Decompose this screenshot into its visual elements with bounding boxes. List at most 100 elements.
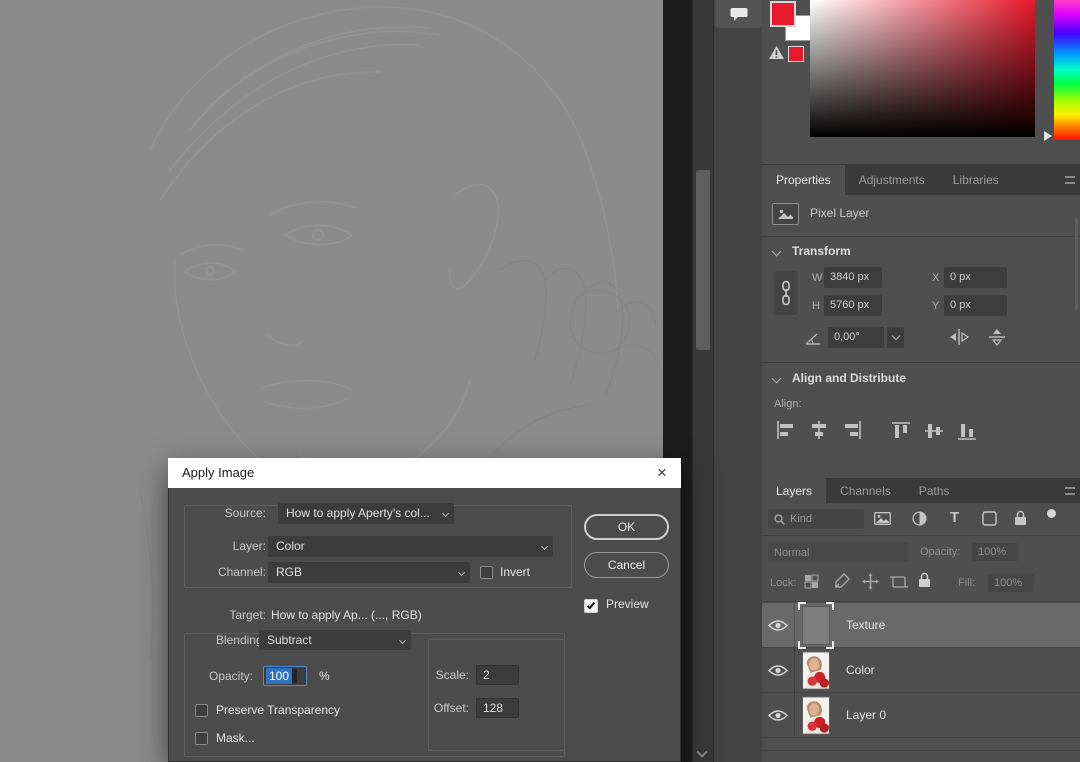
align-right-icon[interactable] bbox=[842, 421, 862, 439]
comments-panel-button[interactable] bbox=[715, 0, 762, 28]
align-collapse-icon[interactable] bbox=[772, 374, 782, 384]
flip-horizontal-icon[interactable] bbox=[948, 329, 970, 345]
dialog-titlebar[interactable]: Apply Image × bbox=[168, 458, 681, 488]
filter-adjustment-layers-icon[interactable] bbox=[912, 511, 927, 526]
layer-name[interactable]: Layer 0 bbox=[846, 693, 886, 738]
layer-thumbnail[interactable] bbox=[802, 651, 830, 690]
tab-layers[interactable]: Layers bbox=[762, 478, 826, 503]
layer-list: Texture bbox=[762, 603, 1080, 738]
collapsed-panels-strip bbox=[713, 0, 762, 762]
cancel-button[interactable]: Cancel bbox=[584, 552, 669, 578]
align-top-icon[interactable] bbox=[892, 421, 910, 441]
visibility-eye-icon[interactable] bbox=[768, 664, 788, 677]
layer-label: Layer: bbox=[169, 536, 266, 557]
filter-toggle-icon[interactable] bbox=[1047, 509, 1056, 518]
layer-name[interactable]: Texture bbox=[846, 603, 885, 648]
blend-mode-select[interactable]: Normal bbox=[768, 542, 908, 562]
filter-shape-layers-icon[interactable] bbox=[982, 511, 997, 526]
transform-collapse-icon[interactable] bbox=[772, 247, 782, 257]
tab-channels[interactable]: Channels bbox=[826, 478, 905, 503]
blending-dropdown[interactable]: Subtract bbox=[259, 630, 411, 650]
comment-bubble-icon bbox=[730, 7, 748, 22]
preview-checkbox[interactable] bbox=[584, 599, 598, 613]
align-bottom-icon[interactable] bbox=[958, 421, 976, 441]
filter-pixel-layers-icon[interactable] bbox=[874, 512, 891, 525]
layer-name[interactable]: Color bbox=[846, 648, 875, 693]
channel-dropdown[interactable]: RGB bbox=[268, 562, 470, 583]
opacity-value[interactable]: 100% bbox=[972, 543, 1018, 561]
filter-type-layers-icon[interactable]: T bbox=[950, 509, 959, 526]
layers-panel: Kind T Normal Opacity: 100% Lock: bbox=[762, 503, 1080, 762]
invert-checkbox[interactable] bbox=[480, 566, 493, 579]
align-left-icon[interactable] bbox=[776, 421, 796, 439]
lock-all-icon[interactable] bbox=[918, 572, 931, 588]
scale-input[interactable]: 2 bbox=[476, 665, 519, 685]
preserve-transparency-label: Preserve Transparency bbox=[216, 702, 340, 719]
visibility-eye-icon[interactable] bbox=[768, 619, 788, 632]
lock-label: Lock: bbox=[770, 577, 796, 589]
opacity-label: Opacity: bbox=[920, 546, 960, 558]
opacity-input[interactable]: 100 bbox=[263, 666, 307, 686]
lock-image-pixels-icon[interactable] bbox=[834, 573, 850, 589]
close-icon[interactable]: × bbox=[643, 458, 681, 488]
align-center-vertical-icon[interactable] bbox=[925, 421, 943, 441]
angle-dropdown-button[interactable] bbox=[886, 327, 904, 348]
tab-libraries[interactable]: Libraries bbox=[939, 165, 1013, 195]
invert-label: Invert bbox=[500, 562, 530, 583]
angle-field[interactable]: 0,00° bbox=[828, 327, 884, 348]
filter-locked-layers-icon[interactable] bbox=[1014, 510, 1027, 526]
layer-row-texture[interactable]: Texture bbox=[762, 603, 1080, 648]
layer-type-label: Pixel Layer bbox=[810, 206, 869, 220]
tab-properties[interactable]: Properties bbox=[762, 165, 845, 195]
offset-input[interactable]: 128 bbox=[476, 698, 519, 718]
hue-slider-arrow-icon[interactable] bbox=[1044, 131, 1052, 141]
fill-value[interactable]: 100% bbox=[988, 574, 1034, 592]
layer-row-color[interactable]: Color bbox=[762, 648, 1080, 693]
canvas-scrollbar[interactable] bbox=[692, 0, 713, 762]
panel-menu-icon[interactable] bbox=[1065, 487, 1075, 495]
blending-value: Subtract bbox=[267, 633, 312, 647]
source-dropdown[interactable]: How to apply Aperty’s col... bbox=[278, 503, 454, 524]
link-dimensions-button[interactable] bbox=[774, 271, 798, 315]
foreground-color-swatch[interactable] bbox=[770, 1, 796, 27]
y-field[interactable]: 0 px bbox=[944, 295, 1007, 316]
layer-filter-search[interactable]: Kind bbox=[768, 509, 864, 529]
properties-scrollbar-thumb[interactable] bbox=[1075, 218, 1078, 310]
tab-adjustments[interactable]: Adjustments bbox=[845, 165, 939, 195]
scroll-down-icon[interactable] bbox=[696, 746, 707, 757]
align-center-horizontal-icon[interactable] bbox=[809, 421, 829, 439]
layers-tabbar: Layers Channels Paths bbox=[762, 478, 1080, 503]
mask-checkbox[interactable] bbox=[195, 732, 208, 745]
width-field[interactable]: 3840 px bbox=[824, 267, 882, 288]
layer-row-layer0[interactable]: Layer 0 bbox=[762, 693, 1080, 738]
height-field[interactable]: 5760 px bbox=[824, 295, 882, 316]
lock-transparent-pixels-icon[interactable] bbox=[804, 574, 819, 589]
layer-thumbnail[interactable] bbox=[802, 696, 830, 735]
x-label: X bbox=[932, 272, 939, 284]
channel-label: Channel: bbox=[169, 562, 266, 583]
offset-label: Offset: bbox=[414, 698, 469, 718]
opacity-value: 100 bbox=[266, 668, 292, 684]
tab-paths[interactable]: Paths bbox=[905, 478, 964, 503]
preserve-transparency-checkbox[interactable] bbox=[195, 704, 208, 717]
source-value: How to apply Aperty’s col... bbox=[286, 506, 430, 520]
flip-vertical-icon[interactable] bbox=[988, 328, 1006, 346]
target-value: How to apply Ap... (..., RGB) bbox=[271, 605, 422, 626]
lock-position-icon[interactable] bbox=[862, 573, 879, 590]
ok-button[interactable]: OK bbox=[584, 514, 669, 540]
saturation-brightness-field[interactable] bbox=[810, 0, 1035, 137]
hue-slider[interactable] bbox=[1054, 0, 1080, 140]
properties-tabbar: Properties Adjustments Libraries bbox=[762, 165, 1080, 195]
gamut-color-swatch[interactable] bbox=[788, 46, 804, 62]
visibility-eye-icon[interactable] bbox=[768, 709, 788, 722]
layer-dropdown[interactable]: Color bbox=[268, 536, 553, 557]
layer-value: Color bbox=[276, 539, 305, 553]
y-label: Y bbox=[932, 300, 939, 312]
lock-artboard-icon[interactable] bbox=[890, 575, 908, 589]
layer-thumbnail[interactable] bbox=[802, 606, 830, 645]
transform-section-title: Transform bbox=[792, 244, 851, 258]
x-field[interactable]: 0 px bbox=[944, 267, 1007, 288]
scrollbar-thumb[interactable] bbox=[696, 170, 710, 350]
panel-menu-icon[interactable] bbox=[1065, 176, 1075, 184]
align-section-title: Align and Distribute bbox=[792, 371, 906, 385]
